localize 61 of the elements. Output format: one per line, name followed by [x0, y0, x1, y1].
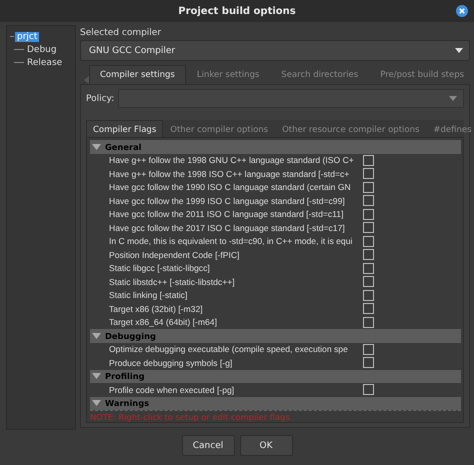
flag-label: Have g++ follow the 1998 GNU C++ language standard (ISO C+	[109, 154, 355, 166]
tree-item[interactable]: Release	[25, 58, 64, 68]
field-label: Selected compiler	[80, 28, 162, 38]
checkbox[interactable]	[363, 168, 374, 180]
flag-label: Target x86_64 (64bit) [-m64]	[109, 316, 218, 328]
checkbox[interactable]	[363, 182, 374, 193]
checkbox[interactable]	[363, 222, 374, 234]
category-label[interactable]: Debugging	[105, 330, 156, 341]
flag-label: In C mode, this is equivalent to -std=c90, in C++ mode, it is equi	[109, 235, 354, 248]
category-label[interactable]: Profiling	[105, 371, 145, 382]
checkbox[interactable]	[363, 236, 374, 247]
dialog-button[interactable]: Cancel	[182, 435, 234, 456]
flag-label: Profile code when executed [-pg]	[109, 384, 236, 396]
tab[interactable]: Pre/post build steps	[369, 65, 474, 84]
checkbox[interactable]	[363, 357, 374, 368]
tab[interactable]: Search directories	[270, 65, 370, 84]
window-title: Project build options	[178, 6, 296, 16]
flag-label: Have gcc follow the 1999 ISO C language standard [-std=c99]	[109, 194, 346, 207]
flag-label: Position Independent Code [-fPIC]	[109, 248, 240, 261]
checkbox[interactable]	[363, 344, 374, 355]
checkbox[interactable]	[363, 290, 374, 301]
compiler-dropdown[interactable]: GNU GCC Compiler	[80, 40, 470, 61]
tab[interactable]: #defines	[426, 120, 474, 138]
checkbox[interactable]	[363, 384, 374, 396]
caret-icon	[449, 96, 457, 101]
flag-label: Static libstdc++ [-static-libstdc++]	[109, 276, 236, 288]
expand-icon[interactable]	[92, 400, 101, 406]
checkbox[interactable]	[363, 249, 374, 260]
tab[interactable]: Compiler Flags	[86, 120, 164, 138]
tab[interactable]: Compiler settings	[89, 65, 186, 84]
flag-label: Have g++ follow the 1998 ISO C++ language standard [-std=c+	[109, 168, 350, 180]
expand-icon[interactable]	[92, 144, 101, 150]
tree-item[interactable]: Debug	[25, 44, 59, 54]
field-label: Policy:	[86, 94, 114, 104]
flag-label: Static libgcc [-static-libgcc]	[109, 262, 211, 274]
expand-icon[interactable]	[92, 373, 101, 380]
flag-label: Optimize debugging executable (compile speed, execution spe	[109, 343, 349, 356]
checkbox[interactable]	[363, 154, 374, 166]
flag-label: Produce debugging symbols [-g]	[109, 356, 234, 369]
dialog-button[interactable]: OK	[240, 435, 292, 456]
caret-icon	[455, 48, 463, 53]
flag-label: Have gcc follow the 2011 ISO C language standard [-std=c11]	[109, 208, 344, 220]
tab[interactable]: Other resource compiler options	[275, 120, 426, 138]
flag-label: Have gcc follow the 2017 ISO C language standard [-std=c17]	[109, 222, 346, 234]
checkbox[interactable]	[363, 316, 374, 328]
expand-icon[interactable]	[92, 332, 101, 339]
close-icon[interactable]	[456, 5, 468, 17]
checkbox[interactable]	[363, 262, 374, 274]
note-text: NOTE: Right-click to setup or edit compiler flags.	[90, 412, 294, 422]
checkbox[interactable]	[363, 276, 374, 288]
checkbox[interactable]	[363, 195, 374, 206]
flag-label: Target x86 (32bit) [-m32]	[109, 302, 204, 315]
tab[interactable]: Linker settings	[186, 65, 270, 84]
category-label[interactable]: General	[105, 142, 142, 152]
checkbox[interactable]	[363, 303, 374, 314]
flag-label: Have gcc follow the 1990 ISO C language standard (certain GN	[109, 181, 352, 194]
flag-label: Static linking [-static]	[109, 289, 188, 302]
category-label[interactable]: Warnings	[105, 398, 150, 408]
tree-item[interactable]: prjct	[15, 32, 40, 42]
tab[interactable]: Other compiler options	[163, 120, 276, 138]
checkbox[interactable]	[363, 208, 374, 220]
